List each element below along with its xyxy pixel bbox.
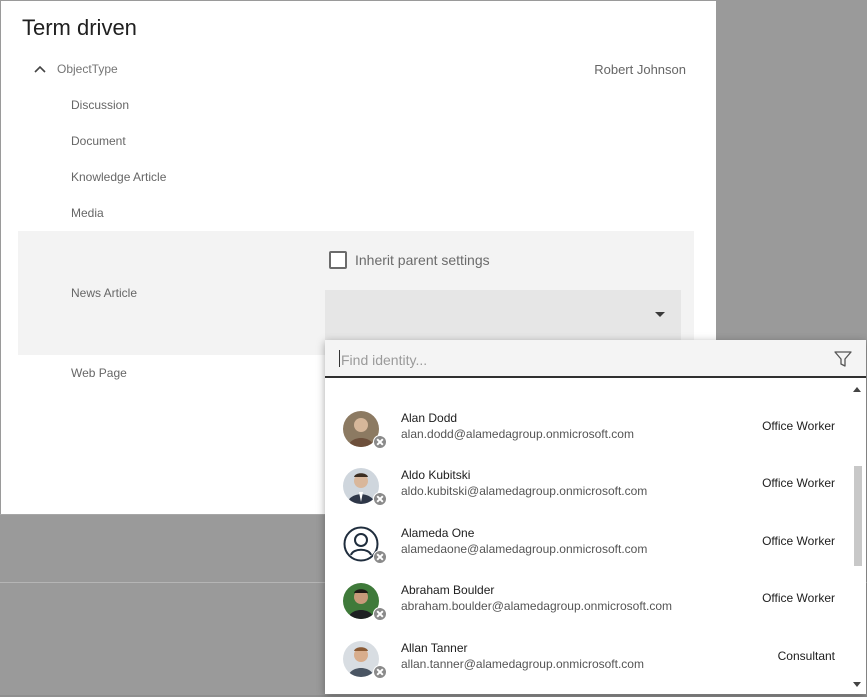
tree-item-news-article[interactable]: News Article: [71, 286, 137, 300]
tree-item-discussion[interactable]: Discussion: [71, 98, 129, 112]
identity-email: allan.tanner@alamedagroup.onmicrosoft.co…: [401, 657, 644, 671]
filter-icon[interactable]: [834, 351, 852, 367]
find-identity-input[interactable]: [339, 348, 823, 372]
identity-email: alan.dodd@alamedagroup.onmicrosoft.com: [401, 427, 634, 441]
scroll-up-icon[interactable]: [853, 387, 861, 392]
tree-item-knowledge-article[interactable]: Knowledge Article: [71, 170, 166, 184]
divider: [0, 514, 330, 515]
identity-row[interactable]: Alan Dodd alan.dodd@alamedagroup.onmicro…: [325, 411, 845, 467]
identity-name: Aldo Kubitski: [401, 468, 471, 482]
identity-picker-popup: Alan Dodd alan.dodd@alamedagroup.onmicro…: [325, 340, 866, 694]
tree-item-media[interactable]: Media: [71, 206, 104, 220]
identity-email: alamedaone@alamedagroup.onmicrosoft.com: [401, 542, 648, 556]
identity-row[interactable]: Aldo Kubitski aldo.kubitski@alamedagroup…: [325, 468, 845, 524]
owner-name: Robert Johnson: [594, 62, 686, 77]
scrollbar[interactable]: [850, 384, 864, 690]
remove-badge-icon[interactable]: [373, 607, 387, 621]
identity-role: Consultant: [777, 649, 835, 663]
remove-badge-icon[interactable]: [373, 492, 387, 506]
scroll-down-icon[interactable]: [853, 682, 861, 687]
identity-role: Office Worker: [762, 419, 835, 433]
tree-item-document[interactable]: Document: [71, 134, 126, 148]
remove-badge-icon[interactable]: [373, 550, 387, 564]
scroll-thumb[interactable]: [854, 466, 862, 566]
dialog-title: Term driven: [22, 15, 137, 40]
dropdown-arrow-icon[interactable]: [655, 312, 665, 317]
identity-role: Office Worker: [762, 476, 835, 490]
inherit-checkbox[interactable]: [329, 251, 347, 269]
identity-email: abraham.boulder@alamedagroup.onmicrosoft…: [401, 599, 672, 613]
search-bar: [325, 340, 866, 378]
remove-badge-icon[interactable]: [373, 665, 387, 679]
tree-item-web-page[interactable]: Web Page: [71, 366, 127, 380]
identity-role: Office Worker: [762, 534, 835, 548]
identity-role: Office Worker: [762, 591, 835, 605]
identity-name: Allan Tanner: [401, 641, 468, 655]
identity-row[interactable]: Alameda One alamedaone@alamedagroup.onmi…: [325, 526, 845, 582]
identity-email: aldo.kubitski@alamedagroup.onmicrosoft.c…: [401, 484, 648, 498]
inherit-checkbox-label[interactable]: Inherit parent settings: [355, 252, 490, 268]
identity-name: Alameda One: [401, 526, 475, 540]
remove-badge-icon[interactable]: [373, 435, 387, 449]
identity-row[interactable]: Abraham Boulder abraham.boulder@alamedag…: [325, 583, 845, 639]
identity-select[interactable]: [325, 290, 681, 341]
identity-row[interactable]: Allan Tanner allan.tanner@alamedagroup.o…: [325, 641, 845, 697]
chevron-up-icon[interactable]: [33, 63, 47, 77]
tree-header-objecttype[interactable]: ObjectType: [57, 62, 118, 76]
identity-name: Abraham Boulder: [401, 583, 495, 597]
text-caret: [339, 350, 340, 367]
identity-name: Alan Dodd: [401, 411, 458, 425]
